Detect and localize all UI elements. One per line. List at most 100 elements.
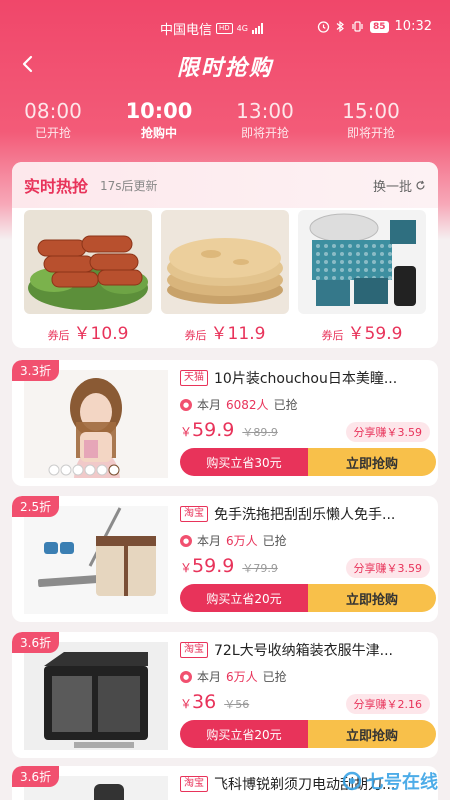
product-title: 72L大号收纳箱装衣服牛津...: [214, 643, 393, 659]
hd-badge: HD: [216, 23, 233, 34]
hot-icon: ●: [180, 670, 192, 683]
sold-number: 6082人: [226, 398, 269, 412]
platform-badge: 淘宝: [180, 776, 208, 792]
discount-badge: 2.5折: [12, 496, 60, 517]
tab-status: 即将开抢: [346, 126, 395, 140]
product-card[interactable]: 3.3折 天猫 10片装chouchou日本美瞳... ● 本月 6082人 已抢 …: [12, 360, 438, 486]
tab-1000[interactable]: 10:00 抢购中: [106, 98, 212, 142]
coupon-tag: 券后: [47, 329, 70, 342]
tab-time: 08:00: [24, 99, 82, 123]
tab-status: 抢购中: [140, 126, 177, 140]
buy-bar: 购买立省20元 立即抢购: [180, 584, 436, 612]
product-card[interactable]: 3.6折 淘宝 72L大号收纳箱装衣服牛津... ● 本月 6万人 已抢 ￥36 ￥…: [12, 632, 438, 758]
carrier-info: 中国电信 HD 4G: [160, 19, 263, 38]
sold-suffix: 已抢: [262, 534, 287, 548]
bluetooth-icon: [336, 20, 344, 33]
refresh-icon: [416, 180, 425, 189]
product-image: [24, 642, 168, 750]
sold-count: ● 本月 6万人 已抢: [180, 532, 430, 549]
tab-0800[interactable]: 08:00 已开抢: [0, 98, 106, 142]
watermark-logo-icon: [342, 771, 362, 791]
page-title: 限时抢购: [176, 56, 273, 81]
sold-suffix: 已抢: [262, 670, 287, 684]
hot-icon: ●: [180, 398, 192, 411]
current-price: ￥36: [180, 691, 216, 713]
hot-item-sausage[interactable]: 券后 ￥10.9: [24, 210, 152, 344]
tab-time: 13:00: [236, 99, 294, 123]
price-value: 59.9: [192, 419, 235, 441]
currency: ￥: [180, 561, 193, 575]
buy-now-button[interactable]: 立即抢购: [308, 448, 436, 476]
product-card[interactable]: 2.5折 淘宝 免手洗拖把刮刮乐懒人免手... ● 本月 6万人 已抢 ￥59.9 …: [12, 496, 438, 622]
sold-count: ● 本月 6082人 已抢: [180, 396, 430, 413]
current-price: ￥59.9: [180, 555, 234, 577]
giftbox-image: [298, 210, 426, 314]
status-bar: 中国电信 HD 4G 85 10:32: [0, 0, 450, 50]
save-button[interactable]: 购买立省20元: [180, 584, 308, 612]
refresh-button[interactable]: 换一批: [373, 176, 426, 195]
price-row: ￥59.9 ￥79.9 分享赚￥3.59: [180, 555, 430, 578]
platform-badge: 淘宝: [180, 642, 208, 658]
product-name: 淘宝 72L大号收纳箱装衣服牛津...: [180, 640, 430, 660]
discount-badge: 3.6折: [12, 632, 60, 653]
hot-item-price: 券后 ￥10.9: [24, 319, 152, 344]
battery-icon: 85: [370, 20, 389, 33]
price-row: ￥36 ￥56 分享赚￥2.16: [180, 691, 430, 714]
network-label: 4G: [236, 24, 248, 33]
hot-deals-title: 实时热抢: [24, 177, 89, 196]
sold-prefix: 本月: [197, 534, 222, 548]
product-name: 淘宝 免手洗拖把刮刮乐懒人免手...: [180, 504, 430, 524]
tab-status: 已开抢: [34, 126, 71, 140]
original-price: ￥56: [224, 698, 250, 711]
save-button[interactable]: 购买立省20元: [180, 720, 308, 748]
hot-item-pancake[interactable]: 券后 ￥11.9: [161, 210, 289, 344]
buy-now-button[interactable]: 立即抢购: [308, 720, 436, 748]
price-row: ￥59.9 ￥89.9 分享赚￥3.59: [180, 419, 430, 442]
coupon-tag: 券后: [184, 329, 207, 342]
original-price: ￥79.9: [242, 562, 278, 575]
price-value: 36: [192, 691, 217, 713]
coupon-tag: 券后: [321, 329, 344, 342]
currency: ￥: [180, 425, 193, 439]
product-title: 10片装chouchou日本美瞳...: [214, 371, 398, 387]
original-price: ￥89.9: [242, 426, 278, 439]
product-image: [24, 370, 168, 478]
hot-item-price: 券后 ￥11.9: [161, 319, 289, 344]
product-name: 天猫 10片装chouchou日本美瞳...: [180, 368, 430, 388]
price-value: 59.9: [192, 555, 235, 577]
platform-badge: 天猫: [180, 370, 208, 386]
sold-suffix: 已抢: [273, 398, 298, 412]
sold-count: ● 本月 6万人 已抢: [180, 668, 430, 685]
share-earn-button[interactable]: 分享赚￥3.59: [345, 422, 430, 442]
hot-item-giftbox[interactable]: 券后 ￥59.9: [298, 210, 426, 344]
clock: 10:32: [394, 19, 432, 34]
status-right: 85 10:32: [317, 19, 432, 34]
time-tabs: 08:00 已开抢 10:00 抢购中 13:00 即将开抢 15:00 即将开…: [0, 98, 450, 142]
price-value: ￥11.9: [210, 324, 266, 344]
tab-1500[interactable]: 15:00 即将开抢: [318, 98, 424, 142]
product-title: 免手洗拖把刮刮乐懒人免手...: [214, 507, 396, 523]
tab-time: 10:00: [125, 99, 193, 123]
hot-deals-countdown: 17s后更新: [100, 178, 158, 193]
tab-time: 15:00: [342, 99, 400, 123]
share-earn-button[interactable]: 分享赚￥3.59: [345, 558, 430, 578]
save-button[interactable]: 购买立省30元: [180, 448, 308, 476]
discount-badge: 3.6折: [12, 766, 60, 787]
hot-deals-card: 实时热抢 17s后更新 换一批 券后 ￥10.9 券后 ￥11.9 券后 ￥59…: [12, 162, 438, 348]
sold-number: 6万人: [226, 534, 258, 548]
tab-1300[interactable]: 13:00 即将开抢: [212, 98, 318, 142]
watermark-text: 七号在线: [366, 772, 438, 793]
price-value: ￥59.9: [347, 324, 403, 344]
watermark: 七号在线: [342, 768, 438, 794]
refresh-label: 换一批: [372, 179, 412, 195]
sold-prefix: 本月: [197, 398, 222, 412]
pancake-image: [161, 210, 289, 314]
buy-now-button[interactable]: 立即抢购: [308, 584, 436, 612]
product-image: [24, 506, 168, 614]
share-earn-button[interactable]: 分享赚￥2.16: [345, 694, 430, 714]
tab-status: 即将开抢: [240, 126, 289, 140]
current-price: ￥59.9: [180, 419, 234, 441]
alarm-icon: [317, 21, 330, 33]
hot-icon: ●: [180, 534, 192, 547]
hot-deals-header: 实时热抢 17s后更新 换一批: [12, 162, 438, 208]
